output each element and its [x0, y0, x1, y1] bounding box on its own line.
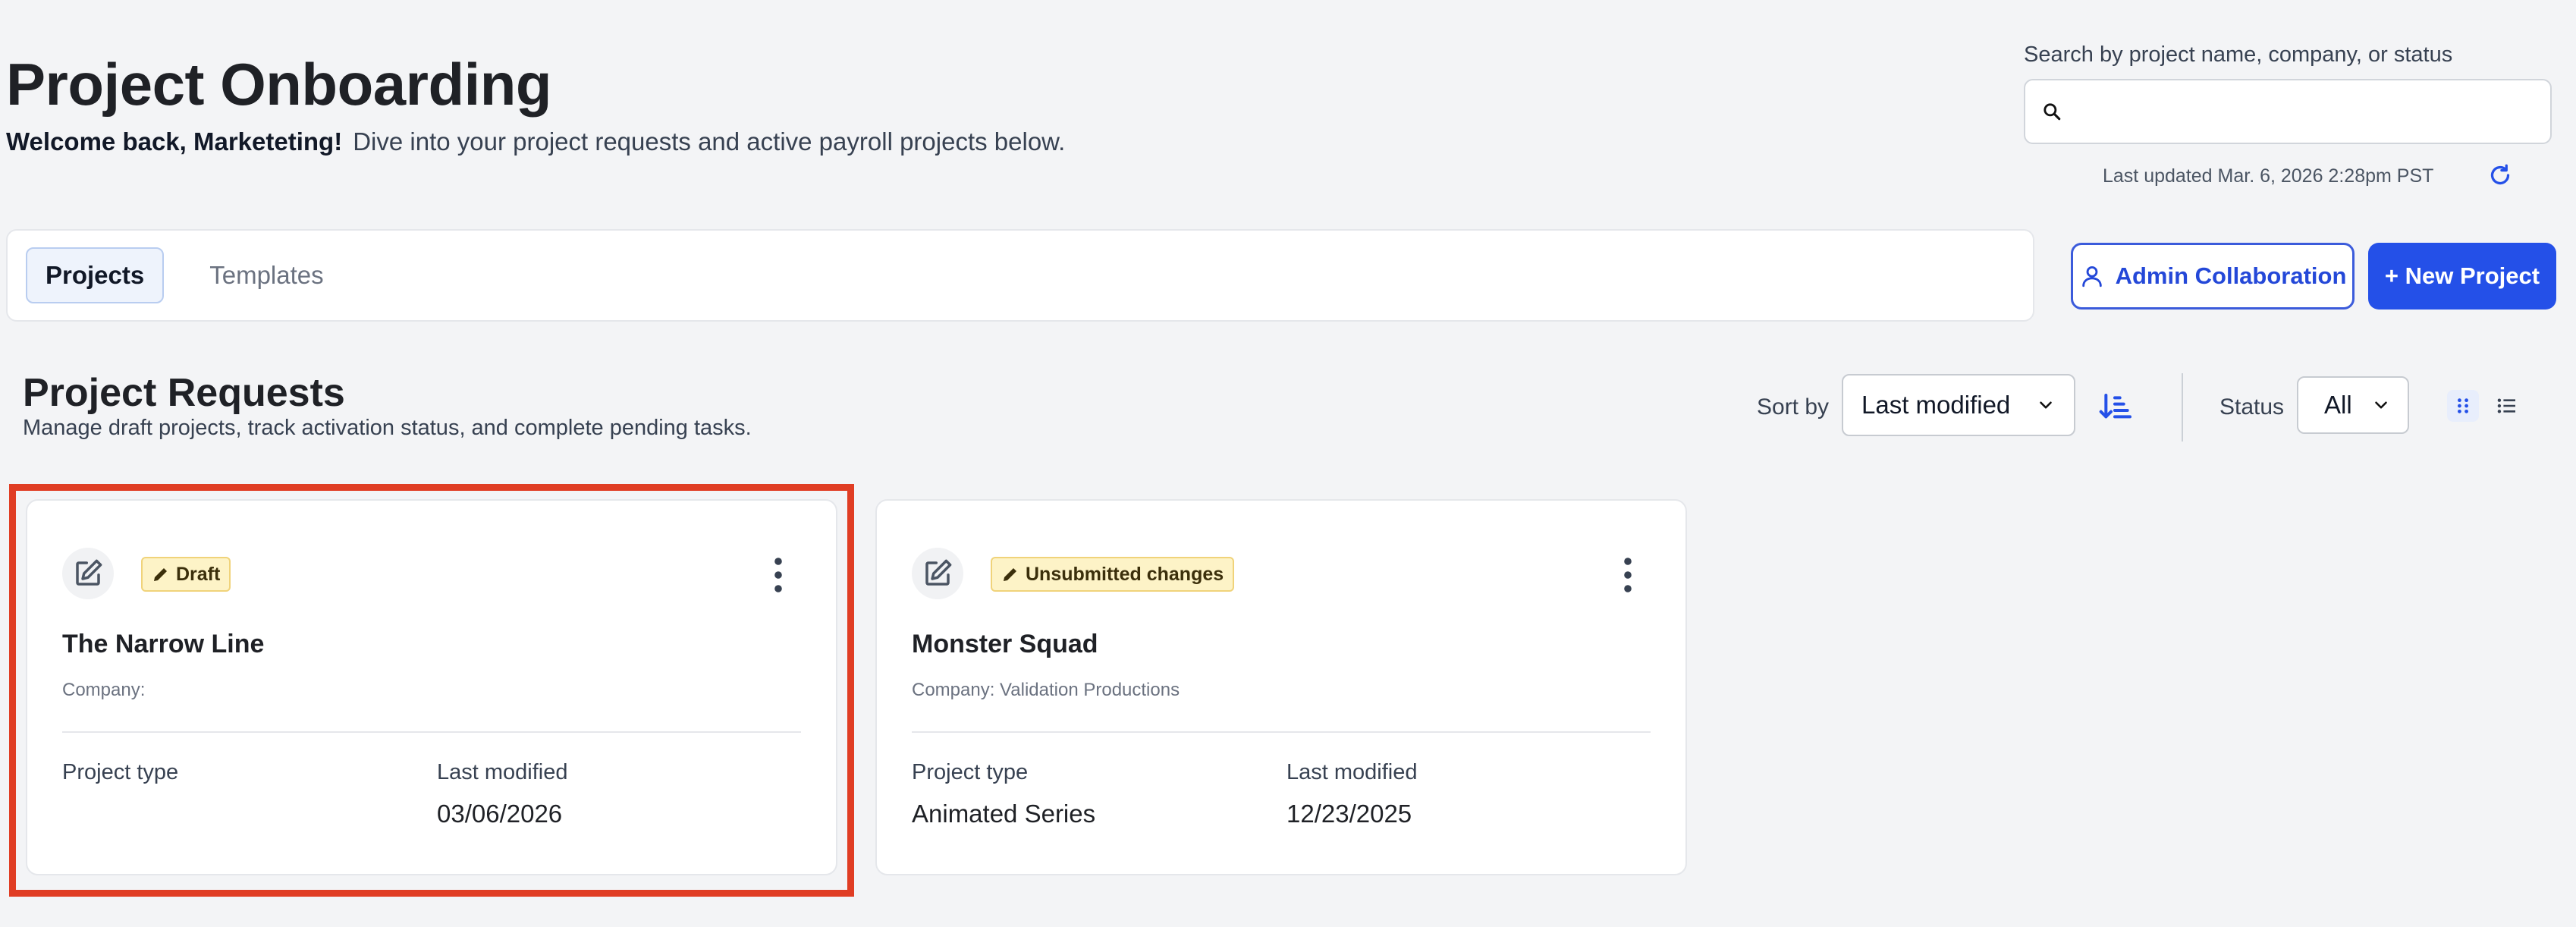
welcome-text: Dive into your project requests and acti… [353, 127, 1066, 156]
pencil-icon [154, 568, 167, 581]
more-options-icon[interactable] [771, 557, 786, 593]
project-type-label: Project type [62, 760, 179, 784]
status-label: Status [2219, 394, 2285, 420]
last-modified-value: 03/06/2026 [437, 800, 563, 828]
chevron-down-icon [2040, 401, 2052, 409]
project-title: Monster Squad [912, 630, 1098, 658]
admin-collaboration-button[interactable]: Admin Collaboration [2071, 243, 2355, 310]
status-badge: Draft [141, 557, 231, 592]
last-modified-label: Last modified [437, 760, 568, 784]
search-icon [2044, 103, 2061, 121]
card-divider [62, 731, 801, 733]
pencil-icon [1004, 568, 1016, 581]
more-options-icon[interactable] [1620, 557, 1635, 593]
sort-value: Last modified [1861, 391, 2011, 419]
search-box[interactable] [2024, 79, 2552, 144]
grid-icon [2458, 398, 2468, 413]
card-divider [912, 731, 1651, 733]
section-title: Project Requests [23, 371, 345, 415]
welcome-greeting: Welcome back, Marketeting! [6, 127, 343, 156]
admin-collaboration-label: Admin Collaboration [2115, 262, 2347, 289]
company-text: Company: Validation Productions [912, 680, 1180, 700]
sort-select[interactable]: Last modified [1842, 374, 2075, 436]
sort-direction-icon[interactable] [2098, 391, 2131, 422]
search-input[interactable] [2075, 99, 2550, 124]
tab-projects[interactable]: Projects [26, 247, 165, 303]
tabs-bar: Projects Templates [6, 229, 2034, 322]
status-badge: Unsubmitted changes [991, 557, 1235, 592]
toolbar-divider [2182, 373, 2183, 442]
section-subtitle: Manage draft projects, track activation … [23, 416, 752, 440]
list-view-button[interactable] [2491, 390, 2523, 422]
status-badge-label: Unsubmitted changes [1026, 563, 1224, 585]
project-card[interactable]: Draft The Narrow Line Company: Project t… [26, 499, 837, 875]
refresh-icon[interactable] [2486, 162, 2514, 189]
project-type-label: Project type [912, 760, 1029, 784]
chevron-down-icon [2375, 401, 2387, 409]
tab-templates[interactable]: Templates [191, 249, 341, 302]
user-icon [2081, 266, 2102, 288]
edit-icon [912, 548, 963, 599]
status-badge-label: Draft [176, 563, 221, 585]
page: Project Onboarding Welcome back, Markete… [0, 0, 2576, 927]
page-title: Project Onboarding [6, 51, 552, 118]
welcome-message: Welcome back, Marketeting! Dive into your… [6, 127, 1065, 156]
status-value: All [2324, 391, 2352, 419]
list-icon [2497, 398, 2515, 413]
company-text: Company: [62, 680, 146, 700]
project-title: The Narrow Line [62, 630, 265, 658]
grid-view-button[interactable] [2447, 390, 2479, 422]
last-modified-label: Last modified [1286, 760, 1418, 784]
new-project-button[interactable]: + New Project [2368, 243, 2556, 310]
sort-label: Sort by [1757, 394, 1830, 420]
last-modified-value: 12/23/2025 [1286, 800, 1412, 828]
search-label: Search by project name, company, or stat… [2024, 42, 2453, 67]
project-card[interactable]: Unsubmitted changes Monster Squad Compan… [875, 499, 1687, 875]
last-updated-text: Last updated Mar. 6, 2026 2:28pm PST [2103, 165, 2434, 187]
status-select[interactable]: All [2297, 376, 2409, 434]
edit-icon [62, 548, 114, 599]
project-type-value: Animated Series [912, 800, 1096, 828]
